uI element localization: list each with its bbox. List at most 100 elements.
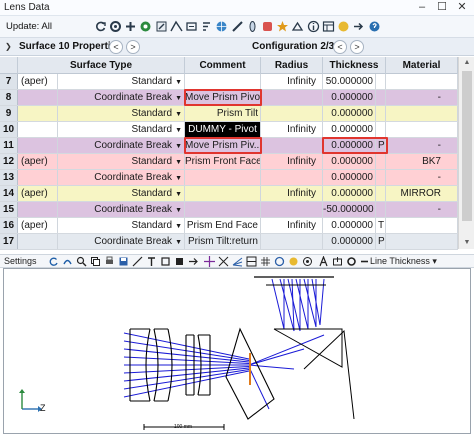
- surface-type-cell[interactable]: Coordinate Break ▼: [58, 170, 185, 185]
- header-material[interactable]: Material: [386, 57, 458, 74]
- thickness-cell[interactable]: 50.000000: [323, 74, 376, 89]
- thickness-cell[interactable]: 0.000000: [323, 90, 376, 105]
- surface-type-cell[interactable]: Standard ▼: [58, 74, 185, 89]
- next-surface-button[interactable]: >: [126, 40, 140, 54]
- prev-surface-button[interactable]: <: [109, 40, 123, 54]
- thickness-cell[interactable]: 0.000000: [323, 234, 376, 249]
- row-number[interactable]: 17: [0, 234, 18, 249]
- table-row[interactable]: 16 (aper) Standard ▼ Prism End Face Infinity 0…: [0, 218, 458, 234]
- star-icon[interactable]: [276, 20, 289, 33]
- thickness-solve-flag[interactable]: [376, 170, 386, 185]
- globe-icon[interactable]: [215, 20, 228, 33]
- tilt-icon[interactable]: [231, 20, 244, 33]
- refresh-icon[interactable]: [48, 256, 59, 267]
- line-icon[interactable]: [132, 256, 143, 267]
- surface-type-cell[interactable]: Coordinate Break ▼: [58, 90, 185, 105]
- rectangle-icon[interactable]: [160, 256, 171, 267]
- header-surface-type[interactable]: Surface Type: [18, 57, 185, 74]
- comment-cell[interactable]: Prism Tilt:return: [185, 234, 261, 249]
- fit-icon[interactable]: [218, 256, 229, 267]
- settings-icon[interactable]: [109, 20, 122, 33]
- comment-cell[interactable]: [185, 170, 261, 185]
- comment-cell[interactable]: [185, 186, 261, 201]
- export-icon[interactable]: [332, 256, 343, 267]
- radius-cell[interactable]: Infinity: [261, 122, 323, 137]
- line-thickness-dropdown[interactable]: Line Thickness ▾: [370, 256, 437, 267]
- lens-icon[interactable]: [246, 20, 259, 33]
- arrow-icon[interactable]: [188, 256, 199, 267]
- radius-cell[interactable]: [261, 106, 323, 121]
- table-row[interactable]: 15 Coordinate Break ▼ -50.000000-: [0, 202, 458, 218]
- table-row[interactable]: 11 Coordinate Break ▼ Move Prism Piv... 0.00…: [0, 137, 458, 154]
- radius-cell[interactable]: [261, 90, 323, 105]
- dropdown-arrow-icon[interactable]: ▼: [175, 207, 182, 214]
- minimize-button[interactable]: –: [412, 0, 432, 15]
- scrollbar-thumb[interactable]: [462, 71, 472, 221]
- radius-cell[interactable]: Infinity: [261, 186, 323, 201]
- grid-icon[interactable]: [260, 256, 271, 267]
- color-icon[interactable]: [288, 256, 299, 267]
- row-number[interactable]: 14: [0, 186, 18, 201]
- radius-cell[interactable]: Infinity: [261, 218, 323, 233]
- comment-cell[interactable]: DUMMY - Pivot: [185, 122, 261, 137]
- table-row[interactable]: 10 Standard ▼ DUMMY - Pivot Infinity 0.000000: [0, 122, 458, 138]
- thickness-solve-flag[interactable]: T: [376, 218, 386, 233]
- thickness-cell[interactable]: 0.000000: [323, 122, 376, 137]
- dropdown-arrow-icon[interactable]: ▼: [175, 239, 182, 246]
- table-scrollbar[interactable]: ▲ ▼: [458, 57, 474, 249]
- table-row[interactable]: 12 (aper) Standard ▼ Prism Front Face Infinit…: [0, 154, 458, 170]
- thickness-solve-flag[interactable]: P: [376, 234, 386, 249]
- material-cell[interactable]: -: [386, 138, 458, 153]
- comment-cell[interactable]: Prism Front Face: [185, 154, 261, 169]
- table-row[interactable]: 13 Coordinate Break ▼ 0.000000-: [0, 170, 458, 186]
- help-icon[interactable]: [368, 20, 381, 33]
- thickness-solve-flag[interactable]: [376, 106, 386, 121]
- header-comment[interactable]: Comment: [185, 57, 261, 74]
- thickness-solve-flag[interactable]: [376, 74, 386, 89]
- header-radius[interactable]: Radius: [261, 57, 323, 74]
- save-icon[interactable]: [118, 256, 129, 267]
- surface-icon[interactable]: [139, 20, 152, 33]
- row-number[interactable]: 8: [0, 90, 18, 105]
- scroll-up-icon[interactable]: ▲: [459, 57, 474, 69]
- surface-type-cell[interactable]: Standard ▼: [58, 186, 185, 201]
- ray-icon[interactable]: [170, 20, 183, 33]
- thickness-solve-flag[interactable]: P: [376, 138, 386, 153]
- thickness-cell[interactable]: 0.000000: [323, 106, 376, 121]
- update-windows-dropdown[interactable]: Update: All Windows▾: [4, 19, 88, 48]
- rotate-icon[interactable]: [62, 256, 73, 267]
- text-icon[interactable]: [146, 256, 157, 267]
- comment-cell[interactable]: Move Prism Piv...: [185, 138, 261, 153]
- dropdown-arrow-icon[interactable]: ▼: [175, 191, 182, 198]
- material-cell[interactable]: -: [386, 202, 458, 217]
- thickness-cell[interactable]: 0.000000: [323, 138, 376, 153]
- dropdown-arrow-icon[interactable]: ▼: [175, 223, 182, 230]
- dropdown-arrow-icon[interactable]: ▼: [175, 111, 182, 118]
- surface-type-cell[interactable]: Standard ▼: [58, 106, 185, 121]
- thickness-cell[interactable]: 0.000000: [323, 218, 376, 233]
- dropdown-arrow-icon[interactable]: ▼: [175, 79, 182, 86]
- radius-cell[interactable]: [261, 202, 323, 217]
- comment-cell[interactable]: Prism Tilt: [185, 106, 261, 121]
- table-row[interactable]: 17 Coordinate Break ▼ Prism Tilt:return 0.00…: [0, 234, 458, 250]
- close-button[interactable]: ✕: [452, 0, 472, 15]
- thickness-solve-flag[interactable]: [376, 154, 386, 169]
- material-cell[interactable]: -: [386, 90, 458, 105]
- prev-config-button[interactable]: <: [333, 40, 347, 54]
- print-icon[interactable]: [104, 256, 115, 267]
- table-row[interactable]: 8 Coordinate Break ▼ Move Prism Pivot 0.0000…: [0, 89, 458, 106]
- radius-cell[interactable]: Infinity: [261, 74, 323, 89]
- more-icon[interactable]: [359, 256, 370, 267]
- arrow-icon[interactable]: [352, 20, 365, 33]
- sort-icon[interactable]: [200, 20, 213, 33]
- dropdown-arrow-icon[interactable]: ▼: [175, 127, 182, 134]
- radius-cell[interactable]: Infinity: [261, 154, 323, 169]
- fill-icon[interactable]: [174, 256, 185, 267]
- info-icon[interactable]: [307, 20, 320, 33]
- material-cell[interactable]: [386, 218, 458, 233]
- copy-icon[interactable]: [90, 256, 101, 267]
- material-cell[interactable]: MIRROR: [386, 186, 458, 201]
- table-row[interactable]: 14 (aper) Standard ▼ Infinity 0.000000 MIRROR: [0, 186, 458, 202]
- row-number[interactable]: 11: [0, 138, 18, 153]
- row-number[interactable]: 13: [0, 170, 18, 185]
